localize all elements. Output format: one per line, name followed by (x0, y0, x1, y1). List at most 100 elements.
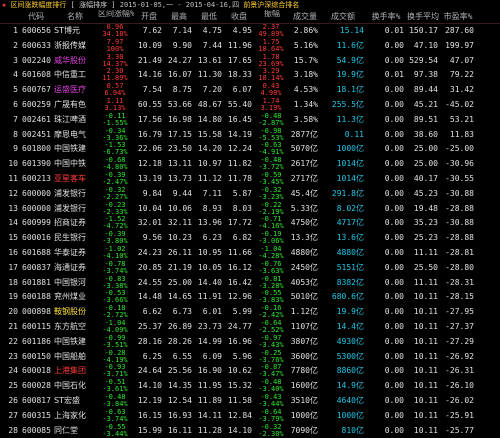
column-header-chg[interactable]: 区间涨幅% (98, 10, 134, 23)
table-row[interactable]: 22 601186 中国铁建 -0.99 -3.51% 28.16 28.26 14.99 16… (0, 335, 500, 350)
rank-label[interactable]: 前景沪深综合排名 (243, 1, 299, 9)
table-row[interactable]: 10 601390 中国中铁 -0.68 -4.80% 12.18 13.11 10.97 11… (0, 157, 500, 172)
table-row[interactable]: 23 600150 中国船舶 -0.28 -4.19% 6.25 6.55 6.09 5.96-… (0, 350, 500, 365)
avg-turnover: 25.23 (413, 233, 438, 243)
column-header-turn[interactable]: 成交量 (290, 10, 320, 23)
column-header-close[interactable]: 收盘 (224, 10, 254, 23)
stock-code: 600115 (22, 321, 51, 331)
range-spread: -0.16 -2.42% (258, 305, 284, 320)
column-header-low[interactable]: 最低 (194, 10, 224, 23)
column-header-name[interactable]: 名称 (52, 10, 98, 23)
stock-name: 浦发银行 (54, 188, 86, 198)
range-change: -0.51 -3.61% (102, 379, 128, 394)
turnover: 4.53% (293, 85, 318, 95)
column-header-flow[interactable]: 换手平均 (406, 10, 440, 23)
table-row[interactable]: 14 600999 招商证券 -1.52 -4.72% 32.01 32.11 13.96 17… (0, 216, 500, 231)
table-row[interactable]: 21 600115 东方航空 -1.04 -4.09% 25.37 26.89 23.73 24… (0, 320, 500, 335)
column-header-pe[interactable]: 市盈率% (440, 10, 476, 23)
table-row[interactable]: 1 600656 ST博元 0.96 34.18% 7.62 7.14 4.75 4.95 2.3… (0, 24, 500, 39)
low-price: 6.23 (202, 233, 222, 243)
volume: 0.11 (344, 129, 364, 139)
low-price: 13.96 (197, 218, 222, 228)
table-row[interactable]: 19 600188 兖州煤业 -0.53 -3.66% 14.48 14.65 11.91 12… (0, 290, 500, 305)
table-row[interactable]: 27 600315 上海家化 -0.63 -3.74% 16.15 16.93 14.11 12… (0, 409, 500, 424)
turnover: 1107亿 (290, 321, 318, 331)
stock-code: 601186 (22, 336, 51, 346)
low-price: 4.75 (202, 26, 222, 35)
table-row[interactable]: 16 601688 华泰证券 -1.02 -4.10% 24.23 26.11 10.95 11… (0, 246, 500, 261)
table-row[interactable]: 9 601800 中国铁建 -1.53 -6.73% 22.06 23.50 14.20 12.… (0, 142, 500, 157)
date-range[interactable]: 2015-01-05,一 - 2015-04-16,四 (120, 1, 239, 9)
row-index: 16 (8, 247, 18, 257)
range-change: -0.32 -2.27% (102, 186, 128, 201)
column-header-high[interactable]: 最高 (164, 10, 194, 23)
close-price: 12.84 (227, 410, 252, 420)
range-change: 0.96 34.18% (102, 24, 128, 38)
table-row[interactable]: 3 002240 威华股份 3.30 14.37% 21.49 24.27 13.61 17.6… (0, 54, 500, 69)
volume: 1000亿 (336, 410, 364, 420)
low-price: 7.11 (202, 188, 222, 198)
table-row[interactable]: 8 002451 摩恩电气 -0.34 -3.36% 16.79 17.15 15.58 14.… (0, 128, 500, 143)
stock-code: 600150 (22, 351, 51, 361)
open-price: 16.15 (137, 410, 162, 420)
column-header-amt[interactable]: 换手率% (366, 10, 406, 23)
stock-name: 广晟有色 (54, 99, 86, 109)
table-row[interactable]: 11 600213 亚星客车 -0.39 -2.47% 13.19 13.73 11.12 11… (0, 172, 500, 187)
high-price: 14.35 (167, 381, 192, 391)
range-change: -0.28 -4.19% (102, 349, 128, 364)
stock-name: 华泰证券 (54, 247, 86, 257)
volume: 4880亿 (336, 247, 364, 257)
range-spread: -0.63 -4.91% (258, 142, 284, 157)
table-row[interactable]: 12 600000 浦发银行 -0.32 -2.27% 9.84 9.44 7.11 5.87-… (0, 187, 500, 202)
table-row[interactable]: 6 600259 广晟有色 1.11 3.13% 60.55 53.66 48.67 55.40… (0, 98, 500, 113)
pe-ratio: -28.88 (445, 203, 474, 213)
pe-ratio: -26.10 (445, 381, 474, 391)
turnover: 1.34% (293, 99, 318, 109)
table-row[interactable]: 13 600000 浦发银行 -0.23 -2.33% 10.04 10.06 8.93 8.0… (0, 202, 500, 217)
sort-label[interactable]: [ 涨幅排序 ] (71, 1, 116, 9)
pe-ratio: -25.91 (445, 410, 474, 420)
range-spread: -0.64 -3.79% (258, 408, 284, 423)
table-row[interactable]: 2 600633 浙报传媒 7.97 100% 10.09 9.90 7.44 11.96 1.7… (0, 39, 500, 54)
table-row[interactable]: 7 002461 珠江啤酒 -0.11 -1.55% 17.56 16.98 14.80 16.… (0, 113, 500, 128)
range-spread: -0.43 -3.44% (258, 393, 284, 408)
range-spread: -0.59 -3.45% (258, 171, 284, 186)
turnover: 7780亿 (290, 366, 318, 376)
turnover: 5010亿 (290, 292, 318, 302)
column-header-vol[interactable]: 成交额 (320, 10, 366, 23)
table-row[interactable]: 24 600018 上港集团 -0.93 -3.71% 24.64 25.56 16.90 10… (0, 364, 500, 379)
table-row[interactable]: 28 600085 同仁堂 -0.55 -3.44% 15.99 16.11 11.28 14.… (0, 424, 500, 438)
amount: 0.00 (384, 159, 404, 169)
volume: 14.4亿 (336, 321, 364, 331)
avg-turnover: 19.48 (413, 203, 438, 213)
row-index: 18 (8, 277, 18, 287)
table-row[interactable]: 26 600817 ST宏盛 -0.48 -3.84% 12.19 12.54 11.89 11… (0, 394, 500, 409)
open-price: 12.19 (137, 395, 162, 405)
column-header-open[interactable]: 开盘 (134, 10, 164, 23)
column-header-spread[interactable]: 振幅 (254, 10, 290, 23)
table-row[interactable]: 17 600837 海通证券 -0.78 -3.74% 20.85 21.19 10.05 16… (0, 261, 500, 276)
stock-name: 中信重工 (54, 70, 86, 80)
table-row[interactable]: 20 000898 鞍钢股份 -0.18 -2.72% 6.62 6.73 6.01 5.99-… (0, 305, 500, 320)
row-index: 24 (8, 366, 18, 376)
table-row[interactable]: 25 600028 中国石化 -0.51 -3.61% 14.10 14.35 11.95 15… (0, 379, 500, 394)
open-price: 9.56 (142, 233, 162, 243)
open-price: 13.19 (137, 173, 162, 183)
open-price: 9.84 (142, 188, 162, 198)
table-row[interactable]: 4 601608 中信重工 2.30 11.89% 14.16 16.07 11.30 18.3… (0, 68, 500, 83)
low-price: 11.89 (197, 395, 222, 405)
row-index: 10 (8, 159, 18, 169)
table-row[interactable]: 18 601881 中国银河 -0.83 -3.38% 24.55 25.00 14.40 16… (0, 276, 500, 291)
table-row[interactable]: 5 600767 运盛医疗 0.57 6.94% 7.54 8.75 7.20 6.07 0.43… (0, 83, 500, 98)
column-header-code[interactable]: 代码 (20, 10, 52, 23)
stock-name: 招商证券 (54, 218, 86, 228)
stock-code: 600213 (22, 173, 51, 183)
pe-ratio: -26.31 (445, 366, 474, 376)
stock-code: 601390 (22, 159, 51, 169)
low-price: 10.95 (197, 247, 222, 257)
stock-name: 运盛医疗 (54, 85, 86, 95)
table-row[interactable]: 15 600016 民生银行 -0.39 -3.80% 9.56 10.23 6.23 6.82… (0, 231, 500, 246)
ranking-table: 1 600656 ST博元 0.96 34.18% 7.62 7.14 4.75 4.95 2.3… (0, 24, 500, 438)
turnover: 15.7% (293, 55, 318, 65)
turnover: 4880亿 (290, 247, 318, 257)
